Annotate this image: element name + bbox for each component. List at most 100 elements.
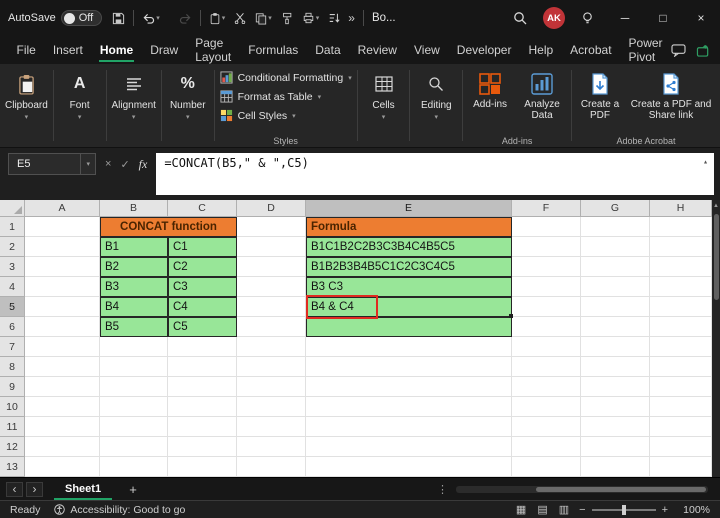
column-header-C[interactable]: C bbox=[168, 200, 237, 217]
ribbon-group-clipboard[interactable]: Clipboard ▾ bbox=[2, 64, 51, 147]
cell-E4[interactable]: B3 C3 bbox=[306, 277, 512, 297]
cell-G13[interactable] bbox=[581, 457, 650, 477]
status-mode[interactable]: Ready bbox=[10, 504, 40, 516]
cell-C11[interactable] bbox=[168, 417, 237, 437]
menu-tab-draw[interactable]: Draw bbox=[142, 36, 187, 64]
cell-C13[interactable] bbox=[168, 457, 237, 477]
vertical-scroll-thumb[interactable] bbox=[714, 214, 719, 300]
cell-E3[interactable]: B1B2B3B4B5C1C2C3C4C5 bbox=[306, 257, 512, 277]
cell-C4[interactable]: C3 bbox=[168, 277, 237, 297]
cell-C2[interactable]: C1 bbox=[168, 237, 237, 257]
close-button[interactable]: × bbox=[682, 0, 720, 36]
cell-G10[interactable] bbox=[581, 397, 650, 417]
cell-styles-button[interactable]: Cell Styles ▾ bbox=[220, 107, 352, 124]
accessibility-status[interactable]: Accessibility: Good to go bbox=[70, 504, 185, 516]
zoom-in-button[interactable]: + bbox=[662, 504, 668, 516]
cell-G5[interactable] bbox=[581, 297, 650, 317]
cancel-button[interactable]: × bbox=[105, 158, 111, 170]
conditional-formatting-button[interactable]: Conditional Formatting ▾ bbox=[220, 69, 352, 86]
menu-tab-data[interactable]: Data bbox=[307, 36, 349, 64]
horizontal-scrollbar[interactable] bbox=[456, 486, 708, 493]
cell-F13[interactable] bbox=[512, 457, 581, 477]
menu-tab-power-pivot[interactable]: Power Pivot bbox=[620, 36, 671, 64]
cell-B8[interactable] bbox=[100, 357, 168, 377]
cell-E9[interactable] bbox=[306, 377, 512, 397]
cell-C6[interactable]: C5 bbox=[168, 317, 237, 337]
sheet-tab-sheet1[interactable]: Sheet1 bbox=[52, 478, 114, 500]
redo-button[interactable] bbox=[179, 13, 192, 24]
paste-button[interactable]: ▾ bbox=[209, 12, 226, 25]
select-all-button[interactable] bbox=[0, 200, 25, 217]
format-as-table-button[interactable]: Format as Table ▾ bbox=[220, 88, 352, 105]
zoom-level[interactable]: 100% bbox=[680, 504, 710, 516]
cell-F6[interactable] bbox=[512, 317, 581, 337]
cell-G12[interactable] bbox=[581, 437, 650, 457]
analyze-data-button[interactable]: Analyze Data bbox=[517, 72, 567, 121]
menu-tab-home[interactable]: Home bbox=[91, 36, 141, 64]
minimize-button[interactable]: ─ bbox=[606, 0, 644, 36]
maximize-button[interactable]: □ bbox=[644, 0, 682, 36]
cell-B4[interactable]: B3 bbox=[100, 277, 168, 297]
row-header-7[interactable]: 7 bbox=[0, 337, 25, 357]
cell-H5[interactable] bbox=[650, 297, 712, 317]
menu-tab-developer[interactable]: Developer bbox=[448, 36, 520, 64]
collapse-formula-bar-icon[interactable]: ▴ bbox=[703, 157, 708, 166]
page-layout-view-icon[interactable]: ▤ bbox=[537, 503, 547, 516]
chevron-down-icon[interactable]: ▾ bbox=[80, 154, 95, 174]
menu-tab-review[interactable]: Review bbox=[349, 36, 405, 64]
cell-B1[interactable]: CONCAT function bbox=[100, 217, 237, 237]
cell-G3[interactable] bbox=[581, 257, 650, 277]
cell-A4[interactable] bbox=[25, 277, 100, 297]
cell-D7[interactable] bbox=[237, 337, 306, 357]
cell-B3[interactable]: B2 bbox=[100, 257, 168, 277]
cell-A13[interactable] bbox=[25, 457, 100, 477]
row-header-10[interactable]: 10 bbox=[0, 397, 25, 417]
formula-input[interactable]: =CONCAT(B5," & ",C5) ▴ bbox=[156, 153, 714, 195]
cell-G2[interactable] bbox=[581, 237, 650, 257]
menu-tab-formulas[interactable]: Formulas bbox=[240, 36, 307, 64]
cell-H11[interactable] bbox=[650, 417, 712, 437]
column-header-B[interactable]: B bbox=[100, 200, 168, 217]
cell-A2[interactable] bbox=[25, 237, 100, 257]
cell-H10[interactable] bbox=[650, 397, 712, 417]
cell-D9[interactable] bbox=[237, 377, 306, 397]
cell-F3[interactable] bbox=[512, 257, 581, 277]
cell-D2[interactable] bbox=[237, 237, 306, 257]
horizontal-scroll-thumb[interactable] bbox=[536, 487, 706, 492]
cell-B13[interactable] bbox=[100, 457, 168, 477]
ribbon-group-number[interactable]: % Number ▾ bbox=[164, 64, 212, 147]
column-header-H[interactable]: H bbox=[650, 200, 712, 217]
cell-E7[interactable] bbox=[306, 337, 512, 357]
cell-E13[interactable] bbox=[306, 457, 512, 477]
zoom-slider-thumb[interactable] bbox=[622, 505, 626, 515]
normal-view-icon[interactable]: ▦ bbox=[516, 503, 526, 516]
cell-D6[interactable] bbox=[237, 317, 306, 337]
cell-B12[interactable] bbox=[100, 437, 168, 457]
cell-A11[interactable] bbox=[25, 417, 100, 437]
cell-A12[interactable] bbox=[25, 437, 100, 457]
cell-C10[interactable] bbox=[168, 397, 237, 417]
cell-C9[interactable] bbox=[168, 377, 237, 397]
cell-E12[interactable] bbox=[306, 437, 512, 457]
cell-C12[interactable] bbox=[168, 437, 237, 457]
cell-E1[interactable]: Formula bbox=[306, 217, 512, 237]
cell-E6[interactable] bbox=[306, 317, 512, 337]
row-header-9[interactable]: 9 bbox=[0, 377, 25, 397]
cell-C8[interactable] bbox=[168, 357, 237, 377]
cell-A7[interactable] bbox=[25, 337, 100, 357]
autosave-toggle[interactable]: Off bbox=[61, 10, 102, 26]
comments-icon[interactable] bbox=[671, 44, 686, 57]
cell-H8[interactable] bbox=[650, 357, 712, 377]
undo-button[interactable]: ▾ bbox=[142, 13, 160, 24]
cell-F12[interactable] bbox=[512, 437, 581, 457]
column-header-D[interactable]: D bbox=[237, 200, 306, 217]
row-header-12[interactable]: 12 bbox=[0, 437, 25, 457]
row-header-11[interactable]: 11 bbox=[0, 417, 25, 437]
cell-A10[interactable] bbox=[25, 397, 100, 417]
scroll-up-icon[interactable]: ▲ bbox=[712, 203, 720, 209]
cell-H13[interactable] bbox=[650, 457, 712, 477]
cell-B2[interactable]: B1 bbox=[100, 237, 168, 257]
fill-handle[interactable] bbox=[509, 314, 513, 318]
cell-F1[interactable] bbox=[512, 217, 581, 237]
cell-H6[interactable] bbox=[650, 317, 712, 337]
